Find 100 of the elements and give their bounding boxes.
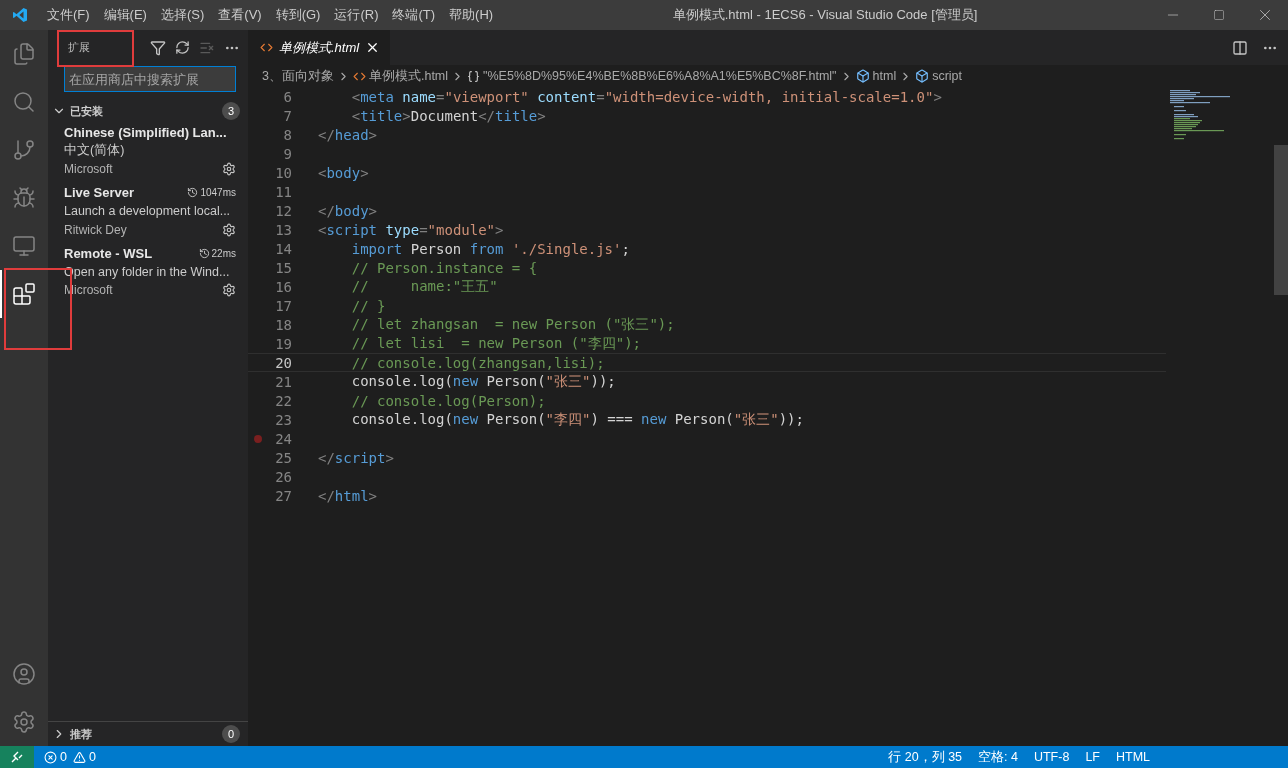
scrollbar-thumb[interactable] xyxy=(1274,145,1288,295)
code-line: // console.log(Person); xyxy=(350,392,546,409)
app-logo xyxy=(12,7,28,23)
maximize-button[interactable] xyxy=(1213,9,1225,21)
monitor-icon xyxy=(12,234,36,258)
count-badge: 3 xyxy=(222,102,240,120)
editor-tab[interactable]: 单例模式.html xyxy=(248,30,391,65)
line-number: 27 xyxy=(274,487,293,504)
status-item[interactable]: 行 20，列 35 xyxy=(880,748,971,766)
breakpoint-dot[interactable] xyxy=(254,434,262,443)
line-number: 12 xyxy=(274,202,293,219)
status-item[interactable]: 空格: 4 xyxy=(970,748,1026,766)
menu-item[interactable]: 运行(R) xyxy=(327,6,386,24)
line-number: 22 xyxy=(274,392,293,409)
extension-description: Launch a development local... xyxy=(64,204,231,219)
sidebar-title: 扩展 xyxy=(68,40,91,55)
problems-button[interactable]: 0 0 xyxy=(36,750,104,764)
settings-icon xyxy=(12,710,36,734)
cube-icon xyxy=(855,69,870,83)
code-line: // let zhangsan = new Person ("张三"); xyxy=(350,315,675,334)
warning-icon xyxy=(72,750,86,764)
settings-icon[interactable] xyxy=(222,283,236,298)
line-number: 18 xyxy=(274,316,293,333)
code-line: // console.log(zhangsan,lisi); xyxy=(350,354,605,371)
line-number: 7 xyxy=(282,107,293,124)
extension-publisher: Ritwick Dey xyxy=(64,222,127,237)
search-icon xyxy=(12,90,36,114)
activation-time: 22ms xyxy=(211,247,236,259)
line-number: 25 xyxy=(274,449,293,466)
filter-icon[interactable] xyxy=(150,39,166,56)
braces-icon xyxy=(467,69,481,83)
line-number: 19 xyxy=(274,335,293,352)
line-number: 10 xyxy=(274,164,293,181)
breadcrumb-item[interactable]: 3、面向对象 xyxy=(262,67,334,85)
line-number: 20 xyxy=(274,354,293,371)
line-number: 16 xyxy=(274,278,293,295)
code-line: console.log(new Person("张三")); xyxy=(350,372,616,391)
menu-item[interactable]: 帮助(H) xyxy=(442,6,501,24)
code-line: </script> xyxy=(318,449,394,466)
remote-button[interactable] xyxy=(0,746,34,768)
line-number: 21 xyxy=(274,373,293,390)
menu-item[interactable]: 终端(T) xyxy=(385,6,443,24)
refresh-icon[interactable] xyxy=(175,40,190,55)
cube-icon xyxy=(915,69,930,83)
line-number: 23 xyxy=(274,411,293,428)
extensions-icon xyxy=(12,282,36,306)
code-line: // name:"王五" xyxy=(350,277,498,296)
settings-icon[interactable] xyxy=(222,222,236,237)
breadcrumb-item[interactable]: 单例模式.html xyxy=(368,67,449,85)
branch-icon xyxy=(12,138,36,162)
code-line: // } xyxy=(350,297,386,314)
history-icon xyxy=(187,187,199,199)
code-line: // let lisi = new Person ("李四"); xyxy=(350,334,641,353)
line-number: 13 xyxy=(274,221,293,238)
breadcrumb-item[interactable]: script xyxy=(932,69,963,83)
code-line: console.log(new Person("李四") === new Person("张三")); xyxy=(350,410,804,429)
extension-description: 中文(简体) xyxy=(64,142,125,160)
breadcrumb-item[interactable]: html xyxy=(872,69,897,83)
code-line: // Person.instance = { xyxy=(350,259,538,276)
search-field[interactable]: 在应用商店中搜索扩展 xyxy=(64,66,236,92)
section-title: 已安装 xyxy=(70,103,104,119)
line-number: 26 xyxy=(274,468,293,485)
line-number: 14 xyxy=(274,240,293,257)
status-item[interactable]: UTF-8 xyxy=(1025,750,1078,764)
account-icon xyxy=(12,662,36,686)
extension-name: Live Server xyxy=(64,185,135,201)
files-icon xyxy=(12,42,36,66)
menu-item[interactable]: 查看(V) xyxy=(211,6,269,24)
line-number: 9 xyxy=(282,145,293,162)
remote-icon xyxy=(10,750,24,764)
code-line: </body> xyxy=(318,202,377,219)
code-line: </html> xyxy=(318,487,377,504)
code-line: <meta name="viewport" content="width=device-width, initial-scale=1.0"> xyxy=(350,88,942,105)
code-line: <body> xyxy=(318,164,369,181)
line-number: 17 xyxy=(274,297,293,314)
window-title: 单例模式.html - 1ECS6 - Visual Studio Code [管理员] xyxy=(672,6,978,24)
settings-icon[interactable] xyxy=(222,162,236,177)
html-file-icon xyxy=(260,41,273,54)
line-number: 11 xyxy=(274,183,293,200)
menu-item[interactable]: 文件(F) xyxy=(40,6,97,24)
code-line: </head> xyxy=(318,126,377,143)
line-number: 15 xyxy=(274,259,293,276)
section-header[interactable]: 已安装 3 xyxy=(48,100,248,122)
code-line: <script type="module"> xyxy=(318,221,504,238)
menu-item[interactable]: 转到(G) xyxy=(268,6,328,24)
code-line: import Person from './Single.js'; xyxy=(350,240,630,257)
line-number: 6 xyxy=(282,88,293,105)
menu-item[interactable]: 选择(S) xyxy=(153,6,212,24)
status-item[interactable]: HTML xyxy=(1107,750,1158,764)
line-number: 8 xyxy=(282,126,293,143)
line-number: 24 xyxy=(274,430,293,447)
activation-time: 1047ms xyxy=(200,187,236,199)
count-badge: 0 xyxy=(222,725,240,743)
section-title: 推荐 xyxy=(70,726,93,742)
error-icon xyxy=(44,750,57,764)
menu-item[interactable]: 编辑(E) xyxy=(96,6,154,24)
history-icon xyxy=(198,247,210,259)
status-item[interactable]: LF xyxy=(1077,750,1108,764)
code-line: <title>Document</title> xyxy=(350,107,546,124)
breadcrumb-item[interactable]: "%E5%8D%95%E4%BE%8B%E6%A8%A1%E5%BC%8F.html" xyxy=(483,69,837,83)
